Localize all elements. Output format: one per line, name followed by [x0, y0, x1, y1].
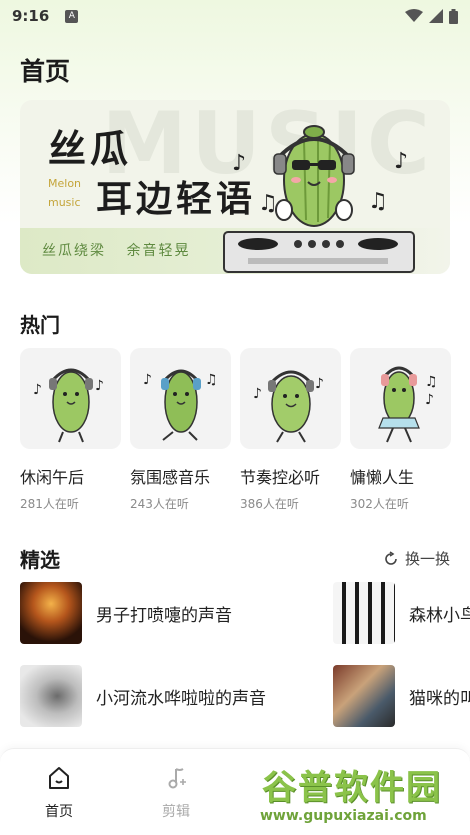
- svg-text:♪: ♪: [425, 392, 434, 408]
- watermark-logo-text: 谷普软件园: [262, 768, 442, 808]
- hot-card-name: 慵懒人生: [350, 468, 415, 487]
- battery-icon: [449, 8, 458, 24]
- hot-card[interactable]: ♪ ♪ 休闲午后 281人在听: [20, 348, 121, 512]
- banner-slogan-right: 余音轻晃: [126, 243, 191, 259]
- svg-text:♫: ♫: [368, 189, 388, 214]
- hero-banner[interactable]: MUSIC 丝瓜 Melon music 耳边轻语 丝瓜绕梁 余音轻晃 ♪ ♫ …: [20, 100, 450, 274]
- pick-item[interactable]: 森林小鸟: [333, 582, 470, 644]
- svg-text:♪: ♪: [394, 149, 408, 174]
- tab-home[interactable]: 首页: [29, 765, 89, 821]
- wifi-icon: [405, 9, 423, 22]
- banner-brand-line1: Melon: [48, 177, 82, 190]
- dj-loofah-illustration: ♪ ♫ ♪ ♫: [223, 125, 415, 273]
- pick-item-label: 小河流水哗啦啦的声音: [96, 688, 266, 709]
- loofah-dancer-icon: ♪ ♫: [143, 369, 218, 441]
- refresh-label: 换一换: [404, 550, 450, 568]
- pick-item[interactable]: 男子打喷嚏的声音: [20, 582, 232, 644]
- home-icon: [49, 767, 69, 789]
- hot-card-name: 氛围感音乐: [130, 468, 211, 487]
- hot-card-name: 休闲午后: [20, 468, 85, 487]
- loofah-dancer-icon: ♪♪: [33, 368, 104, 442]
- pick-item-image: [333, 582, 395, 644]
- notification-icon: A: [65, 9, 79, 23]
- pick-item[interactable]: 小河流水哗啦啦的声音: [20, 665, 266, 727]
- tab-edit[interactable]: 剪辑: [146, 765, 206, 821]
- hot-list: ♪ ♪ 休闲午后 281人在听 ♪ ♫ 氛围感音乐 243人在听 ♪ ♪ 节奏控…: [20, 348, 451, 512]
- status-bar: 9:16 A: [0, 0, 470, 32]
- hot-card-count: 302人在听: [350, 497, 409, 511]
- svg-text:♫: ♫: [258, 191, 278, 216]
- hot-card-thumb: ♫ ♪: [350, 348, 451, 449]
- svg-text:♫: ♫: [425, 374, 438, 390]
- music-note-icon: [168, 768, 186, 789]
- hot-card-thumb: ♪ ♪: [240, 348, 341, 449]
- hot-card-thumb: ♪ ♪: [20, 348, 121, 449]
- pick-item-label: 猫咪的叫: [409, 688, 470, 709]
- hot-card-count: 386人在听: [240, 497, 299, 511]
- site-watermark-logo: 谷普软件园 www.gupuxiazai.com: [256, 760, 468, 832]
- banner-slogan: 丝瓜绕梁 余音轻晃: [42, 240, 204, 260]
- signal-icon: [429, 9, 443, 23]
- hot-card[interactable]: ♪ ♪ 节奏控必听 386人在听: [240, 348, 341, 512]
- svg-text:♪: ♪: [143, 372, 152, 388]
- pick-item-image: [20, 582, 82, 644]
- watermark-logo-url: www.gupuxiazai.com: [260, 808, 427, 824]
- pick-item-label: 男子打喷嚏的声音: [96, 605, 232, 626]
- svg-text:♫: ♫: [205, 372, 218, 388]
- banner-brand-line2: music: [48, 196, 81, 209]
- svg-text:♪: ♪: [95, 378, 104, 394]
- hot-card-thumb: ♪ ♫: [130, 348, 231, 449]
- banner-slogan-left: 丝瓜绕梁: [42, 243, 106, 259]
- picks-section-title: 精选: [20, 548, 60, 572]
- refresh-icon: [385, 550, 397, 565]
- hot-card-count: 281人在听: [20, 497, 79, 511]
- pick-item-image: [20, 665, 82, 727]
- svg-text:♪: ♪: [232, 151, 246, 176]
- svg-text:♪: ♪: [33, 382, 42, 398]
- hot-section-title: 热门: [20, 313, 60, 337]
- page-title: 首页: [20, 57, 71, 86]
- tab-edit-label: 剪辑: [162, 804, 190, 820]
- hot-card[interactable]: ♫ ♪ 慵懒人生 302人在听: [350, 348, 451, 512]
- status-time: 9:16: [12, 7, 50, 25]
- hot-card-name: 节奏控必听: [240, 468, 321, 487]
- hot-card[interactable]: ♪ ♫ 氛围感音乐 243人在听: [130, 348, 231, 512]
- status-right-icons: [405, 8, 458, 24]
- svg-text:♪: ♪: [315, 376, 324, 392]
- svg-text:♪: ♪: [253, 386, 262, 402]
- pick-item-image: [333, 665, 395, 727]
- loofah-dancer-icon: ♪♪: [253, 370, 324, 443]
- banner-title-line1: 丝瓜: [48, 127, 133, 171]
- loofah-dancer-icon: ♫♪: [377, 366, 438, 442]
- pick-item[interactable]: 猫咪的叫: [333, 665, 470, 727]
- hot-card-count: 243人在听: [130, 497, 189, 511]
- refresh-button[interactable]: 换一换: [383, 548, 450, 569]
- banner-brand: Melon music: [48, 174, 81, 212]
- pick-item-label: 森林小鸟: [409, 605, 470, 626]
- tab-home-label: 首页: [45, 804, 73, 820]
